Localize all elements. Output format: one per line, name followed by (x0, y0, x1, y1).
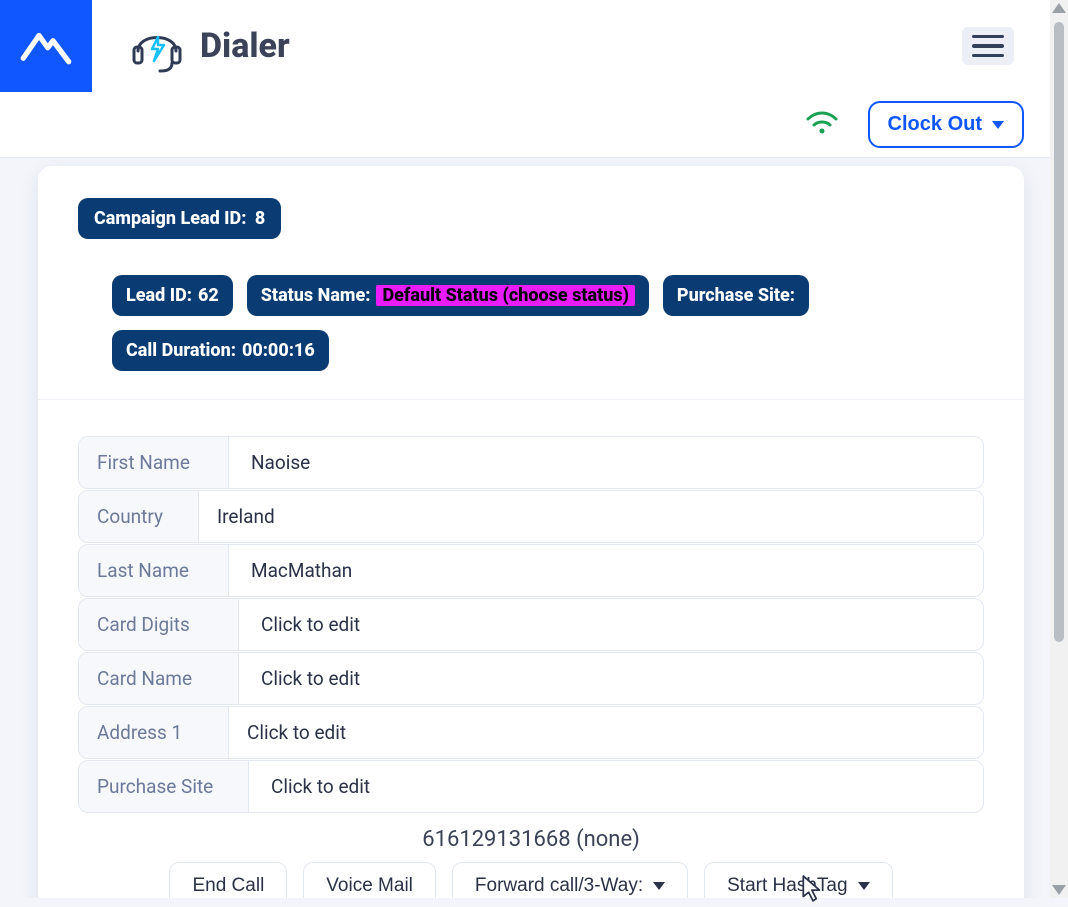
lead-form: First NameNaoiseCountryIrelandLast NameM… (38, 400, 1024, 898)
voice-mail-button[interactable]: Voice Mail (303, 862, 436, 898)
field-row: Card NameClick to edit (78, 652, 984, 705)
field-label: Purchase Site (79, 761, 249, 812)
field-value[interactable]: Click to edit (229, 707, 983, 758)
call-actions-row-1: End Call Voice Mail Forward call/3-Way: … (78, 862, 984, 898)
clock-out-button[interactable]: Clock Out (868, 101, 1024, 148)
headset-bolt-icon (128, 19, 186, 73)
field-row: CountryIreland (78, 490, 984, 543)
lead-id-pill: Lead ID: 62 (112, 275, 233, 316)
status-name-value: Default Status (choose status) (376, 285, 634, 306)
scrollbar-thumb[interactable] (1054, 22, 1064, 642)
field-label: Card Name (79, 653, 239, 704)
scroll-up-icon[interactable] (1052, 3, 1066, 13)
field-row: Last NameMacMathan (78, 544, 984, 597)
chevron-down-icon (858, 882, 870, 890)
field-row: Address 1Click to edit (78, 706, 984, 759)
end-call-button[interactable]: End Call (169, 862, 287, 898)
field-value[interactable]: Ireland (199, 491, 983, 542)
field-value[interactable]: Click to edit (249, 761, 983, 812)
field-row: Card DigitsClick to edit (78, 598, 984, 651)
wifi-icon (804, 105, 840, 145)
scrollbar[interactable] (1050, 0, 1068, 898)
field-label: Last Name (79, 545, 229, 596)
call-duration-pill: Call Duration: 00:00:16 (112, 330, 329, 371)
purchase-site-pill: Purchase Site: (663, 275, 809, 316)
brand: Dialer (128, 19, 290, 73)
field-value[interactable]: Click to edit (239, 599, 983, 650)
start-hashtag-button[interactable]: Start HashTag (704, 862, 892, 898)
field-row: Purchase SiteClick to edit (78, 760, 984, 813)
phone-line: 616129131668 (none) (78, 827, 984, 852)
clock-out-label: Clock Out (888, 113, 982, 136)
lead-card: Campaign Lead ID: 8 Lead ID: 62 Status N… (38, 166, 1024, 898)
scroll-down-icon[interactable] (1052, 885, 1066, 895)
top-bar: Dialer Clock Out (0, 0, 1050, 158)
field-label: Country (79, 491, 199, 542)
chevron-down-icon (992, 121, 1004, 129)
status-name-pill[interactable]: Status Name: Default Status (choose stat… (247, 275, 649, 316)
field-row: First NameNaoise (78, 436, 984, 489)
field-value[interactable]: Naoise (229, 437, 983, 488)
forward-call-button[interactable]: Forward call/3-Way: (452, 862, 688, 898)
campaign-lead-id-pill: Campaign Lead ID: 8 (78, 198, 281, 239)
chevron-down-icon (653, 882, 665, 890)
field-value[interactable]: Click to edit (239, 653, 983, 704)
field-label: Address 1 (79, 707, 229, 758)
field-label: Card Digits (79, 599, 239, 650)
menu-hamburger-icon[interactable] (962, 27, 1014, 66)
brand-text: Dialer (200, 26, 290, 66)
status-pill-row: Lead ID: 62 Status Name: Default Status … (78, 275, 984, 371)
field-label: First Name (79, 437, 229, 488)
logo-mountain-icon (18, 18, 74, 74)
field-value[interactable]: MacMathan (229, 545, 983, 596)
app-logo[interactable] (0, 0, 92, 92)
